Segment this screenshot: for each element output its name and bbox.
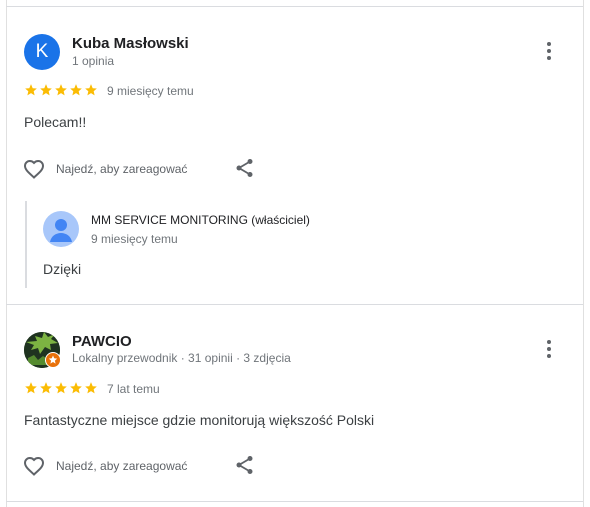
review-card: PAWCIO Lokalny przewodnik · 31 opinii · … [7,305,582,501]
owner-reply-text: Dzięki [43,261,82,277]
star-rating [24,381,98,395]
reviewer-meta: Lokalny przewodnik · 31 opinii · 3 zdjęc… [72,351,291,365]
star-icon [25,382,37,394]
review-text: Fantastyczne miejsce gdzie monitorują wi… [24,412,375,428]
react-label: Najedź, aby zareagować [56,162,188,176]
star-icon [40,84,52,96]
star-icon [85,382,97,394]
owner-avatar[interactable] [43,211,79,247]
more-options-icon[interactable] [537,337,561,361]
review-date: 7 lat temu [107,382,160,396]
star-icon [25,84,37,96]
heart-icon [23,159,45,179]
star-icon [40,382,52,394]
review-card: K Kuba Masłowski 1 opinia 9 miesięcy tem… [7,7,582,304]
react-label: Najedź, aby zareagować [56,459,188,473]
local-guide-badge-icon [45,352,61,368]
owner-reply: MM SERVICE MONITORING (właściciel) 9 mie… [25,201,567,288]
star-icon [70,382,82,394]
share-icon[interactable] [233,156,257,180]
react-button[interactable]: Najedź, aby zareagować [22,454,187,478]
react-button[interactable]: Najedź, aby zareagować [22,157,187,181]
reviewer-name[interactable]: PAWCIO [72,333,132,350]
star-rating [24,83,98,97]
star-icon [55,382,67,394]
star-icon [85,84,97,96]
reviewer-name[interactable]: Kuba Masłowski [72,35,189,52]
star-icon [70,84,82,96]
review-text: Polecam!! [24,114,87,130]
owner-reply-date: 9 miesięcy temu [91,232,178,246]
share-icon[interactable] [233,453,257,477]
more-options-icon[interactable] [537,39,561,63]
owner-name[interactable]: MM SERVICE MONITORING (właściciel) [91,213,310,227]
review-divider [6,501,583,502]
avatar[interactable]: K [24,34,60,70]
star-icon [55,84,67,96]
person-icon [50,219,72,242]
reviewer-meta: 1 opinia [72,54,115,68]
review-date: 9 miesięcy temu [107,84,194,98]
heart-icon [23,456,45,476]
